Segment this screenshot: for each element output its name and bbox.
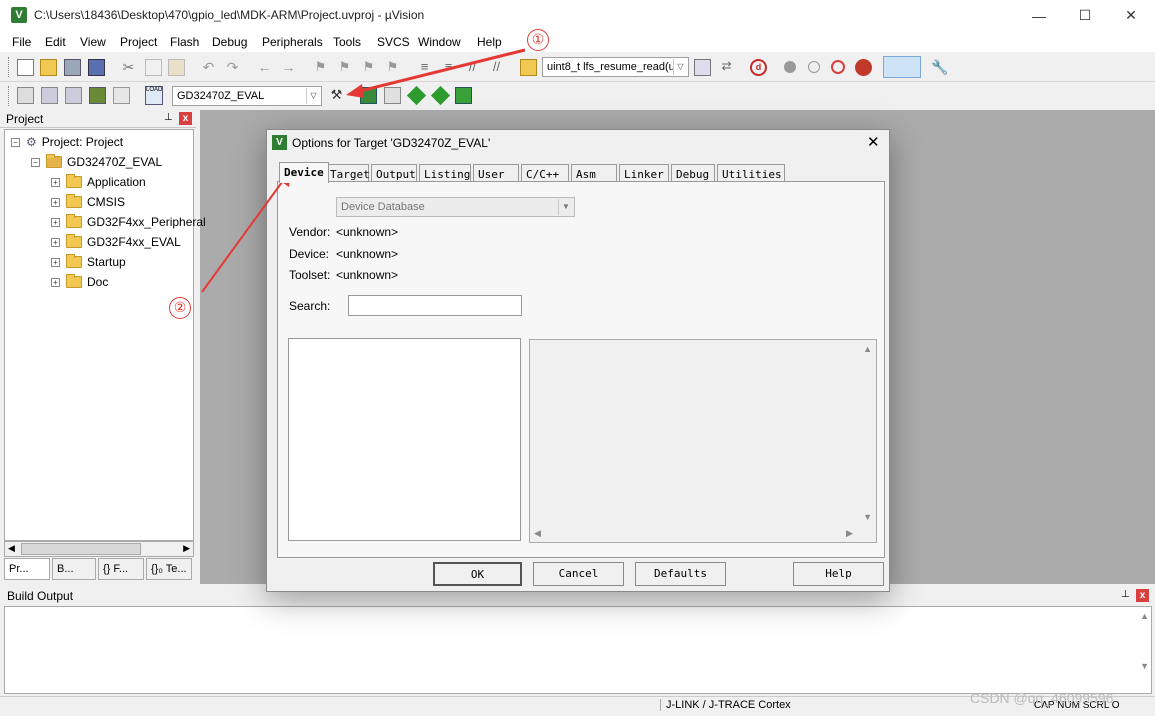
annotation-arrows [201, 48, 526, 293]
arrow-one [355, 48, 526, 94]
tab-device[interactable]: Device [279, 162, 329, 183]
arrow-one-head [346, 84, 364, 98]
watermark: CSDN @qq_46099596 [970, 690, 1114, 706]
arrow-two [201, 177, 286, 293]
annotation-one: ① [527, 29, 549, 51]
annotation-two: ② [169, 297, 191, 319]
